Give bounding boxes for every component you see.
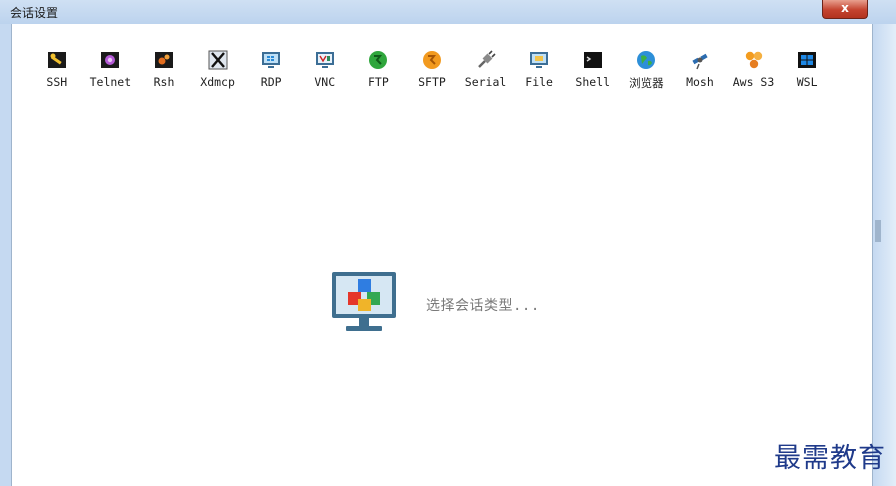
mosh-satellite-icon: [690, 50, 710, 70]
session-monitor-cubes-icon: [330, 270, 398, 334]
ftp-globe-icon: [368, 50, 388, 70]
title-bar: 会话设置 x: [0, 0, 896, 24]
session-type-label: Aws S3: [732, 75, 775, 89]
sftp-globe-icon: [422, 50, 442, 70]
session-type-label: Xdmcp: [200, 75, 235, 89]
session-type-browser[interactable]: 浏览器: [620, 50, 674, 91]
session-type-label: WSL: [796, 75, 818, 89]
session-type-vnc[interactable]: VNC: [298, 50, 352, 91]
client-area: [11, 24, 873, 486]
session-type-xdmcp[interactable]: Xdmcp: [191, 50, 245, 91]
session-type-label: FTP: [367, 75, 389, 89]
session-type-serial[interactable]: Serial: [459, 50, 513, 91]
aws-s3-icon: [744, 50, 764, 70]
rdp-monitor-icon: [261, 50, 281, 70]
file-monitor-icon: [529, 50, 549, 70]
session-type-label: SFTP: [418, 75, 446, 89]
xdmcp-x-icon: [208, 50, 228, 70]
session-type-aws-s3[interactable]: Aws S3: [727, 50, 781, 91]
browser-globe-icon: [636, 50, 656, 70]
wsl-windows-icon: [797, 50, 817, 70]
session-type-file[interactable]: File: [512, 50, 566, 91]
session-type-toolbar: SSH Telnet Rsh Xdmcp RDP VNC FTP SFTP Se…: [30, 50, 834, 91]
window-right-edge: [873, 24, 896, 486]
session-type-label: Mosh: [686, 75, 714, 89]
shell-terminal-icon: [583, 50, 603, 70]
session-type-mosh[interactable]: Mosh: [673, 50, 727, 91]
close-button[interactable]: x: [822, 0, 868, 19]
edge-grip: [875, 220, 881, 242]
select-session-type-hint: 选择会话类型...: [426, 298, 540, 314]
ssh-wrench-icon: [47, 50, 67, 70]
session-settings-window: 会话设置 x SSH Telnet Rsh Xdmcp RDP VNC FTP …: [0, 0, 896, 486]
session-type-wsl[interactable]: WSL: [780, 50, 834, 91]
session-type-label: Telnet: [89, 75, 132, 89]
rsh-icon: [154, 50, 174, 70]
session-type-shell[interactable]: Shell: [566, 50, 620, 91]
vnc-monitor-icon: [315, 50, 335, 70]
session-type-label: RDP: [260, 75, 282, 89]
session-type-label: Rsh: [153, 75, 175, 89]
window-title: 会话设置: [10, 6, 59, 20]
session-type-label: VNC: [314, 75, 336, 89]
session-type-telnet[interactable]: Telnet: [84, 50, 138, 91]
session-type-sftp[interactable]: SFTP: [405, 50, 459, 91]
watermark-text: 最需教育: [774, 443, 886, 474]
session-type-label: SSH: [46, 75, 68, 89]
session-type-label: 浏览器: [629, 76, 664, 90]
serial-plug-icon: [476, 50, 496, 70]
session-type-ssh[interactable]: SSH: [30, 50, 84, 91]
session-type-rdp[interactable]: RDP: [244, 50, 298, 91]
session-type-label: File: [525, 75, 553, 89]
telnet-icon: [100, 50, 120, 70]
session-type-label: Serial: [464, 75, 507, 89]
session-type-rsh[interactable]: Rsh: [137, 50, 191, 91]
session-type-ftp[interactable]: FTP: [352, 50, 406, 91]
session-type-label: Shell: [575, 75, 611, 89]
close-icon: x: [841, 1, 849, 15]
